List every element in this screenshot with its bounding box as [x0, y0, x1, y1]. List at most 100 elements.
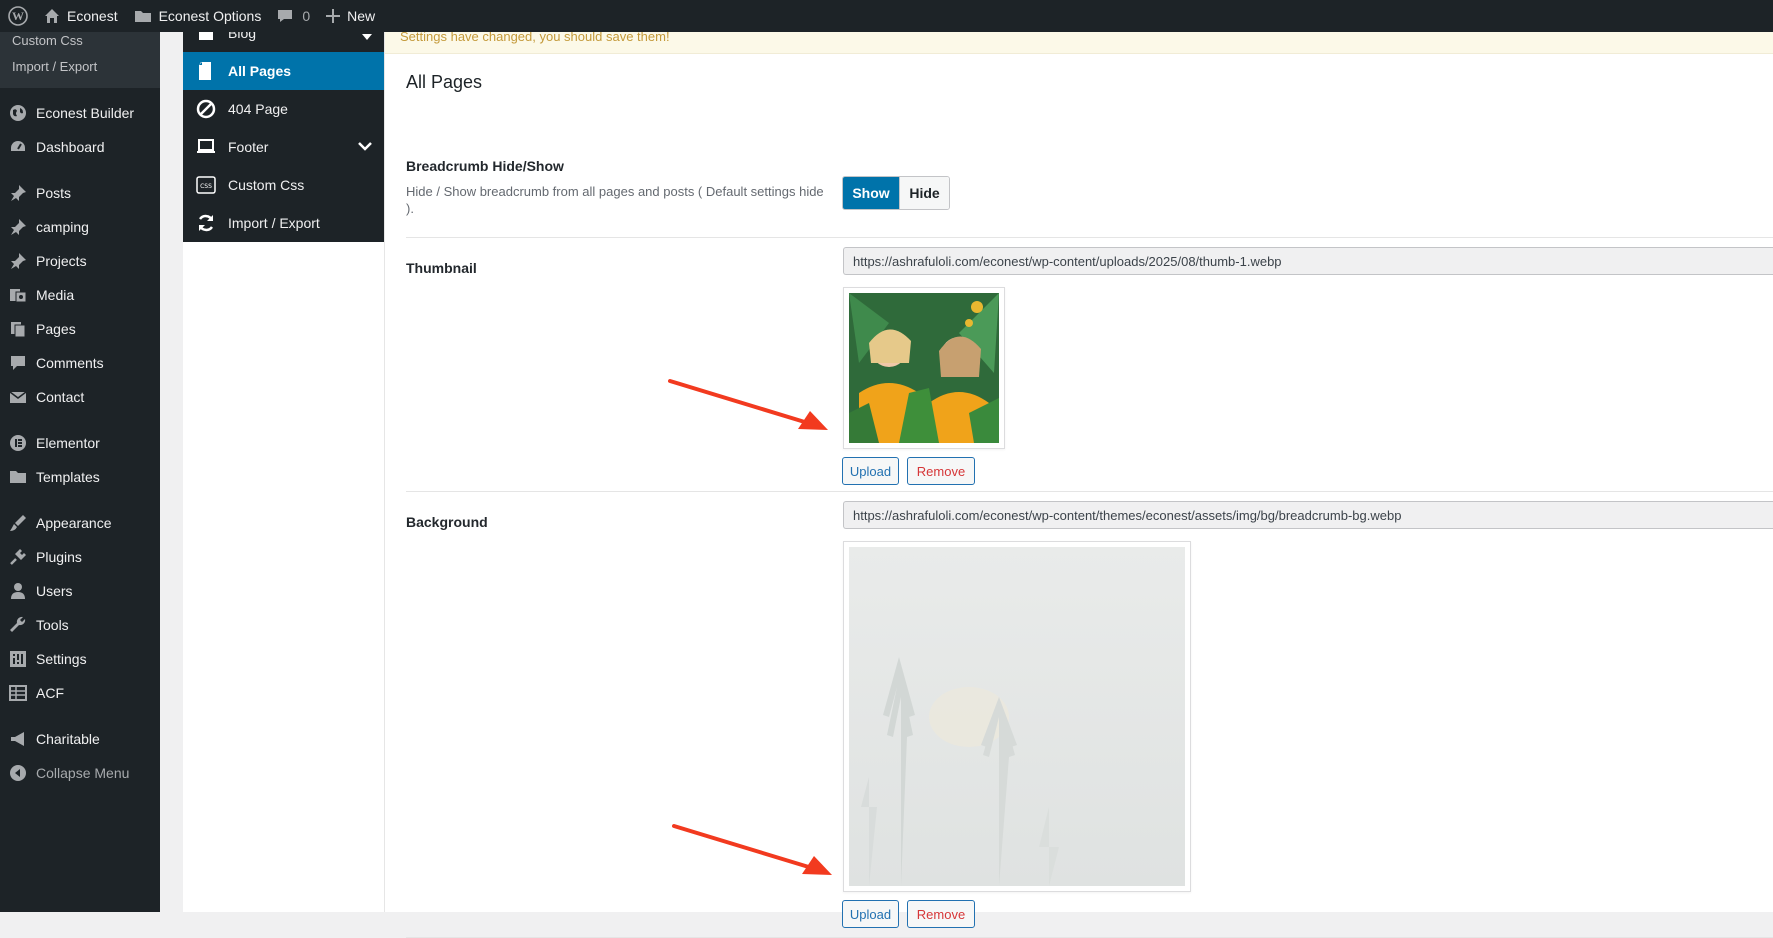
options-nav-label: Custom Css: [228, 177, 305, 193]
wrench-icon: [8, 615, 28, 635]
folder-icon: [134, 8, 152, 24]
menu-item-comments[interactable]: Comments: [0, 346, 160, 380]
thumbnail-remove-button[interactable]: Remove: [907, 457, 975, 485]
pages-icon: [8, 319, 28, 339]
menu-item-appearance[interactable]: Appearance: [0, 506, 160, 540]
breadcrumb-label: Breadcrumb Hide/Show: [406, 158, 564, 174]
chevron-down-icon[interactable]: [358, 128, 372, 166]
menu-label: Posts: [36, 185, 72, 201]
options-content: Settings have changed, you should save t…: [384, 32, 1773, 938]
menu-item-pages[interactable]: Pages: [0, 312, 160, 346]
media-icon: [8, 285, 28, 305]
wordpress-logo-icon[interactable]: W: [0, 0, 36, 32]
menu-label: Contact: [36, 389, 85, 405]
comments-count: 0: [302, 8, 311, 24]
options-nav-404-page[interactable]: 404 Page: [183, 90, 384, 128]
breadcrumb-hide-button[interactable]: Hide: [899, 177, 949, 209]
pin-icon: [8, 251, 28, 271]
options-panel: Blog All Pages 404 Page Footer CSS Custo…: [183, 32, 1773, 938]
menu-item-acf[interactable]: ACF: [0, 676, 160, 710]
chevron-down-icon: [362, 32, 372, 48]
mail-icon: [8, 387, 28, 407]
menu-item-templates[interactable]: Templates: [0, 460, 160, 494]
site-name-link[interactable]: Econest: [36, 0, 126, 32]
menu-item-dashboard[interactable]: Dashboard: [0, 130, 160, 164]
comment-icon: [277, 8, 293, 24]
thumbnail-preview: [843, 287, 1005, 449]
menu-item-projects[interactable]: Projects: [0, 244, 160, 278]
elementor-icon: [8, 433, 28, 453]
menu-label: Econest Builder: [36, 105, 135, 121]
menu-label: Templates: [36, 469, 100, 485]
menu-item-settings[interactable]: Settings: [0, 642, 160, 676]
menu-item-users[interactable]: Users: [0, 574, 160, 608]
econest-options-link[interactable]: Econest Options: [126, 0, 270, 32]
breadcrumb-show-button[interactable]: Show: [843, 177, 899, 209]
menu-label: Pages: [36, 321, 76, 337]
admin-submenu: Custom Css Import / Export: [0, 32, 160, 88]
submenu-item-custom-css[interactable]: Custom Css: [0, 34, 160, 52]
menu-item-econest-builder[interactable]: Econest Builder: [0, 96, 160, 130]
admin-bar: W Econest Econest Options 0 New: [0, 0, 1773, 32]
menu-item-plugins[interactable]: Plugins: [0, 540, 160, 574]
site-name: Econest: [67, 8, 118, 24]
menu-item-camping[interactable]: camping: [0, 210, 160, 244]
options-nav: Blog All Pages 404 Page Footer CSS Custo…: [183, 32, 384, 912]
megaphone-icon: [8, 729, 28, 749]
blog-icon: [195, 32, 217, 44]
collapse-menu-button[interactable]: Collapse Menu: [0, 756, 160, 790]
menu-item-charitable[interactable]: Charitable: [0, 722, 160, 756]
menu-label: Tools: [36, 617, 69, 633]
menu-label: Plugins: [36, 549, 82, 565]
ban-icon: [195, 98, 217, 120]
home-icon: [44, 8, 60, 24]
menu-label: Appearance: [36, 515, 112, 531]
comment-icon: [8, 353, 28, 373]
options-nav-blog[interactable]: Blog: [183, 32, 384, 52]
background-upload-button[interactable]: Upload: [842, 900, 899, 928]
menu-item-tools[interactable]: Tools: [0, 608, 160, 642]
comments-link[interactable]: 0: [269, 0, 318, 32]
pin-icon: [8, 183, 28, 203]
settings-icon: [8, 649, 28, 669]
submenu-item-import-export[interactable]: Import / Export: [0, 52, 160, 82]
new-label: New: [347, 8, 376, 24]
laptop-icon: [195, 136, 217, 158]
plug-icon: [8, 547, 28, 567]
menu-label: Elementor: [36, 435, 100, 451]
background-row: Background https://ashrafuloli.com/econe…: [406, 491, 1773, 938]
thumbnail-image: [849, 293, 999, 443]
new-content-link[interactable]: New: [318, 0, 383, 32]
options-nav-custom-css[interactable]: CSS Custom Css: [183, 166, 384, 204]
thumbnail-row: Thumbnail https://ashrafuloli.com/econes…: [406, 237, 1773, 492]
menu-label: Settings: [36, 651, 87, 667]
breadcrumb-toggle: Show Hide: [842, 176, 950, 210]
menu-item-elementor[interactable]: Elementor: [0, 426, 160, 460]
background-remove-button[interactable]: Remove: [907, 900, 975, 928]
collapse-icon: [8, 763, 28, 783]
options-nav-import-export[interactable]: Import / Export: [183, 204, 384, 242]
pin-icon: [8, 217, 28, 237]
options-nav-footer[interactable]: Footer: [183, 128, 384, 166]
brush-icon: [8, 513, 28, 533]
globe-icon: [8, 103, 28, 123]
menu-item-media[interactable]: Media: [0, 278, 160, 312]
background-preview: [843, 541, 1191, 892]
layout-gap: [160, 32, 183, 912]
menu-item-contact[interactable]: Contact: [0, 380, 160, 414]
options-nav-all-pages[interactable]: All Pages: [183, 52, 384, 90]
econest-options-label: Econest Options: [158, 8, 262, 24]
options-nav-list: Blog All Pages 404 Page Footer CSS Custo…: [183, 32, 384, 242]
options-nav-label: Blog: [228, 32, 257, 41]
options-nav-label: All Pages: [228, 63, 292, 79]
admin-menu: Custom Css Import / Export Econest Build…: [0, 32, 160, 912]
menu-label: camping: [36, 219, 89, 235]
menu-item-posts[interactable]: Posts: [0, 176, 160, 210]
background-url-input[interactable]: https://ashrafuloli.com/econest/wp-conte…: [843, 501, 1773, 529]
menu-label: Dashboard: [36, 139, 105, 155]
breadcrumb-row: Breadcrumb Hide/Show Hide / Show breadcr…: [406, 104, 1773, 238]
thumbnail-upload-button[interactable]: Upload: [842, 457, 899, 485]
menu-label: ACF: [36, 685, 64, 701]
refresh-icon: [195, 212, 217, 234]
thumbnail-url-input[interactable]: https://ashrafuloli.com/econest/wp-conte…: [843, 247, 1773, 275]
